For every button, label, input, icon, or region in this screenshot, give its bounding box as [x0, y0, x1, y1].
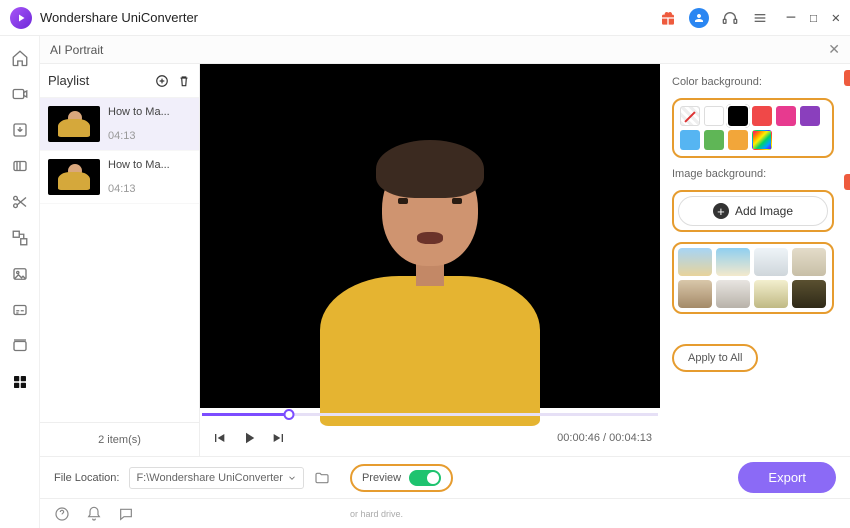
- nav-sidebar: [0, 36, 40, 528]
- panel-marker-icon: [844, 174, 850, 190]
- playlist-item-title: How to Ma...: [108, 106, 170, 118]
- color-custom-swatch[interactable]: [752, 130, 772, 150]
- footer-bar: or hard drive.: [40, 498, 850, 528]
- playlist-item[interactable]: How to Ma... 04:13: [40, 98, 199, 151]
- help-icon[interactable]: [54, 506, 70, 522]
- add-image-button[interactable]: + Add Image: [678, 196, 828, 226]
- color-swatch[interactable]: [728, 130, 748, 150]
- preview-label: Preview: [362, 472, 401, 484]
- color-none-swatch[interactable]: [680, 106, 700, 126]
- sidebar-video-icon[interactable]: [6, 80, 34, 108]
- gift-icon[interactable]: [659, 9, 677, 27]
- playlist-delete-icon[interactable]: [177, 74, 191, 88]
- bg-image-option[interactable]: [754, 248, 788, 276]
- playlist-title: Playlist: [48, 73, 89, 88]
- playlist-item-duration: 04:13: [108, 183, 170, 195]
- preview-toggle[interactable]: [409, 470, 441, 486]
- bg-image-option[interactable]: [678, 280, 712, 308]
- export-button[interactable]: Export: [738, 462, 836, 493]
- headset-support-icon[interactable]: [721, 9, 739, 27]
- settings-panel: Color background:: [660, 64, 850, 456]
- sidebar-subtitle-icon[interactable]: [6, 296, 34, 324]
- playlist-thumbnail: [48, 159, 100, 195]
- sidebar-player-icon[interactable]: [6, 332, 34, 360]
- time-display: 00:00:46 / 00:04:13: [557, 432, 652, 444]
- preview-toggle-wrap: Preview: [350, 464, 453, 492]
- bottom-bar: File Location: F:\Wondershare UniConvert…: [40, 456, 850, 498]
- color-swatch[interactable]: [752, 106, 772, 126]
- titlebar: Wondershare UniConverter ─ ☐ ✕: [0, 0, 850, 36]
- color-background-label: Color background:: [672, 76, 834, 88]
- color-swatch[interactable]: [704, 106, 724, 126]
- bg-image-option[interactable]: [754, 280, 788, 308]
- image-background-label: Image background:: [672, 168, 834, 180]
- color-swatch[interactable]: [728, 106, 748, 126]
- tab-header: AI Portrait ✕: [40, 36, 850, 64]
- prev-button[interactable]: [208, 427, 230, 449]
- sidebar-edit-scissors-icon[interactable]: [6, 188, 34, 216]
- chevron-down-icon: [287, 473, 297, 483]
- sidebar-toolbox-icon[interactable]: [6, 368, 34, 396]
- file-location-label: File Location:: [54, 472, 119, 484]
- window-close-button[interactable]: ✕: [832, 10, 840, 26]
- next-button[interactable]: [268, 427, 290, 449]
- feedback-chat-icon[interactable]: [118, 506, 134, 522]
- playlist-panel: Playlist How to Ma... 04:13: [40, 64, 200, 456]
- bg-image-option[interactable]: [678, 248, 712, 276]
- window-maximize-button[interactable]: ☐: [809, 10, 817, 26]
- apply-to-all-button[interactable]: Apply to All: [672, 344, 758, 372]
- panel-marker-icon: [844, 70, 850, 86]
- sidebar-home-icon[interactable]: [6, 44, 34, 72]
- app-logo-icon: [10, 7, 32, 29]
- open-folder-icon[interactable]: [314, 470, 330, 486]
- playlist-thumbnail: [48, 106, 100, 142]
- hamburger-menu-icon[interactable]: [751, 9, 769, 27]
- notification-bell-icon[interactable]: [86, 506, 102, 522]
- file-location-select[interactable]: F:\Wondershare UniConverter: [129, 467, 304, 489]
- play-button[interactable]: [238, 427, 260, 449]
- tab-title: AI Portrait: [50, 43, 103, 57]
- color-swatch[interactable]: [680, 130, 700, 150]
- color-swatches: [672, 98, 834, 158]
- window-minimize-button[interactable]: ─: [787, 10, 795, 26]
- bg-image-option[interactable]: [716, 248, 750, 276]
- plus-icon: +: [713, 203, 729, 219]
- sidebar-download-icon[interactable]: [6, 116, 34, 144]
- sidebar-merge-icon[interactable]: [6, 224, 34, 252]
- user-account-icon[interactable]: [689, 8, 709, 28]
- tab-close-button[interactable]: ✕: [828, 41, 840, 58]
- video-preview[interactable]: [200, 64, 660, 408]
- color-swatch[interactable]: [800, 106, 820, 126]
- playlist-item[interactable]: How to Ma... 04:13: [40, 151, 199, 204]
- sidebar-compress-icon[interactable]: [6, 152, 34, 180]
- image-thumbnails: [672, 242, 834, 314]
- bg-image-option[interactable]: [716, 280, 750, 308]
- playlist-add-icon[interactable]: [155, 74, 169, 88]
- color-swatch[interactable]: [704, 130, 724, 150]
- playlist-count: 2 item(s): [40, 422, 199, 456]
- bg-image-option[interactable]: [792, 280, 826, 308]
- footer-hint-text: or hard drive.: [350, 509, 403, 519]
- playlist-item-duration: 04:13: [108, 130, 170, 142]
- sidebar-image-icon[interactable]: [6, 260, 34, 288]
- bg-image-option[interactable]: [792, 248, 826, 276]
- app-title: Wondershare UniConverter: [40, 10, 198, 25]
- playlist-item-title: How to Ma...: [108, 159, 170, 171]
- color-swatch[interactable]: [776, 106, 796, 126]
- video-subject: [330, 146, 530, 406]
